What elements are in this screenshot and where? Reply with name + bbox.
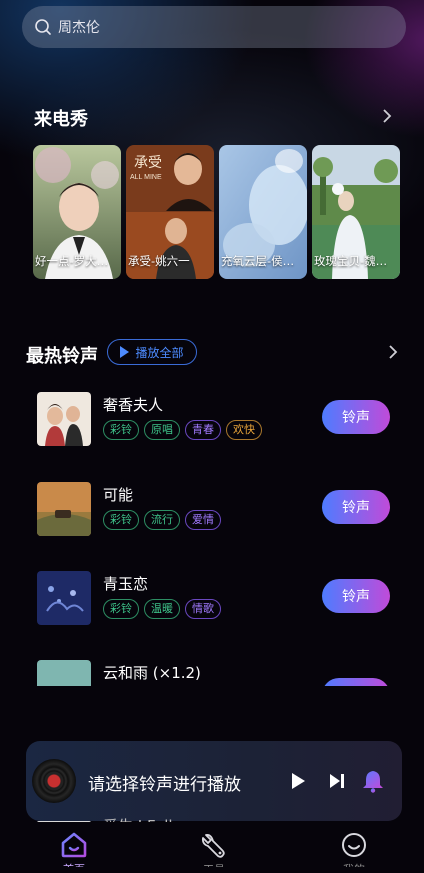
ringtone-title: 奢香夫人 [103,396,164,414]
tag-list: 彩铃 原唱 青春 欢快 [103,420,262,440]
tag: 欢快 [226,420,262,440]
caller-card-caption: 玫瑰宝贝-魏… [314,254,388,268]
ringtone-row[interactable]: 青玉恋 彩铃 温暖 情歌 铃声 [37,571,397,631]
player-prompt: 请选择铃声进行播放 [88,775,241,795]
album-cover [37,392,91,446]
ringtone-row[interactable]: 奢香夫人 彩铃 原唱 青春 欢快 铃声 [37,392,397,452]
bell-icon[interactable] [362,769,384,793]
set-ringtone-button[interactable]: 铃声 [322,678,390,686]
profile-icon [342,833,366,857]
caller-card-caption: 好一点-罗大… [35,254,109,268]
nav-item-profile[interactable]: 我的 [314,832,394,867]
search-bar[interactable]: 周杰伦 [22,6,406,48]
search-placeholder: 周杰伦 [58,20,100,36]
ringtone-title: 青玉恋 [103,575,149,593]
caller-show-carousel[interactable]: 好一点-罗大… 承受 ALL MINE 承受-姚六一 充氧云层-侯… 玫瑰宝贝-… [33,145,413,279]
play-icon[interactable] [290,772,306,790]
nav-label-profile: 我的 [314,859,394,867]
chevron-right-icon[interactable] [387,344,399,360]
tag: 彩铃 [103,510,139,530]
caller-card-caption: 承受-姚六一 [128,254,190,268]
bottom-navigation: 首页 工具 我的 [0,822,424,873]
set-ringtone-button[interactable]: 铃声 [322,490,390,524]
ringtone-title: 云和雨 (×1.2) [103,664,201,682]
caller-card-art-subtitle: ALL MINE [130,174,162,181]
nav-label-tools: 工具 [174,859,254,867]
nav-item-tools[interactable]: 工具 [174,832,254,867]
play-all-button[interactable]: 播放全部 [107,339,197,365]
tag: 原唱 [144,420,180,440]
tag: 爱情 [185,510,221,530]
caller-card[interactable]: 承受 ALL MINE 承受-姚六一 [126,145,214,279]
home-icon [61,832,87,858]
caller-card-caption: 充氧云层-侯… [221,254,295,268]
section-title-hot-ringtones: 最热铃声 [26,346,98,367]
caller-card[interactable]: 好一点-罗大… [33,145,121,279]
ringtone-row[interactable]: 可能 彩铃 流行 爱情 铃声 [37,482,397,542]
search-icon [35,19,51,35]
section-title-caller-show: 来电秀 [34,109,88,130]
tag: 彩铃 [103,420,139,440]
ringtone-title: 可能 [103,486,134,504]
next-track-icon[interactable] [328,772,346,790]
tag-list: 彩铃 温暖 情歌 [103,599,221,619]
tag: 彩铃 [103,599,139,619]
nav-item-home[interactable]: 首页 [34,832,114,867]
set-ringtone-button[interactable]: 铃声 [322,400,390,434]
ringtone-row[interactable]: 云和雨 (×1.2) 铃声 [37,660,397,686]
nav-label-home: 首页 [34,859,114,867]
set-ringtone-button[interactable]: 铃声 [322,579,390,613]
caller-card[interactable]: 充氧云层-侯… [219,145,307,279]
play-all-label: 播放全部 [135,345,184,360]
tag: 青春 [185,420,221,440]
album-cover [37,571,91,625]
tools-icon [201,833,225,858]
tag-list: 彩铃 流行 爱情 [103,510,221,530]
tag: 温暖 [144,599,180,619]
tag: 情歌 [185,599,221,619]
caller-card[interactable]: 玫瑰宝贝-魏… [312,145,400,279]
album-cover [37,482,91,536]
album-cover [37,660,91,686]
vinyl-disc-icon [32,759,76,803]
tag: 流行 [144,510,180,530]
play-icon [120,346,130,358]
chevron-right-icon[interactable] [381,108,393,124]
mini-player[interactable]: 请选择铃声进行播放 [26,741,402,821]
caller-card-art-title: 承受 [134,155,162,171]
